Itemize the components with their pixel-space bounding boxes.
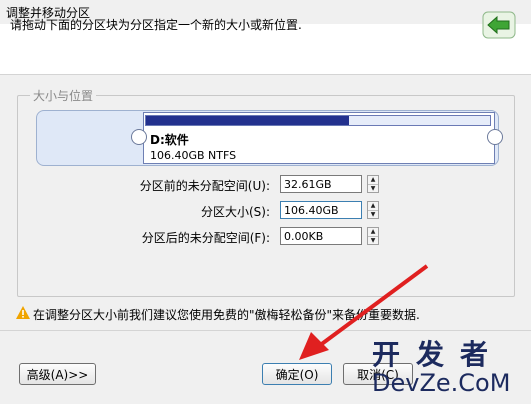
header-instruction: 请拖动下面的分区块为分区指定一个新的大小或新位置. (10, 18, 302, 32)
size-input[interactable] (280, 201, 362, 219)
resize-handle-right[interactable] (487, 129, 503, 145)
watermark-cn: 开发者 (372, 338, 505, 371)
partition-size: 106.40GB NTFS (150, 149, 237, 162)
spin-up-icon[interactable]: ▲ (368, 176, 378, 185)
back-icon (482, 10, 516, 40)
spin-down-icon[interactable]: ▼ (368, 211, 378, 219)
size-spinner[interactable]: ▲ ▼ (367, 201, 379, 219)
spin-up-icon[interactable]: ▲ (368, 228, 378, 237)
resize-handle-left[interactable] (131, 129, 147, 145)
free-before-spinner[interactable]: ▲ ▼ (367, 175, 379, 193)
spin-down-icon[interactable]: ▼ (368, 237, 378, 245)
free-after-spinner[interactable]: ▲ ▼ (367, 227, 379, 245)
partition-usage-fill (146, 116, 349, 125)
divider (0, 330, 531, 331)
group-legend: 大小与位置 (30, 87, 97, 104)
spin-up-icon[interactable]: ▲ (368, 202, 378, 211)
warning-icon (16, 306, 30, 319)
watermark: 开发者 DevZe.CoM (372, 338, 531, 397)
partition-name: D:软件 (150, 133, 189, 147)
spin-down-icon[interactable]: ▼ (368, 185, 378, 193)
free-before-label: 分区前的未分配空间(U): (139, 179, 270, 193)
watermark-en: DevZe.CoM (372, 369, 511, 397)
free-after-input[interactable] (280, 227, 362, 245)
free-after-label: 分区后的未分配空间(F): (141, 231, 270, 245)
advanced-button[interactable]: 高级(A)>> (19, 363, 96, 385)
size-label: 分区大小(S): (200, 205, 270, 219)
free-before-input[interactable] (280, 175, 362, 193)
